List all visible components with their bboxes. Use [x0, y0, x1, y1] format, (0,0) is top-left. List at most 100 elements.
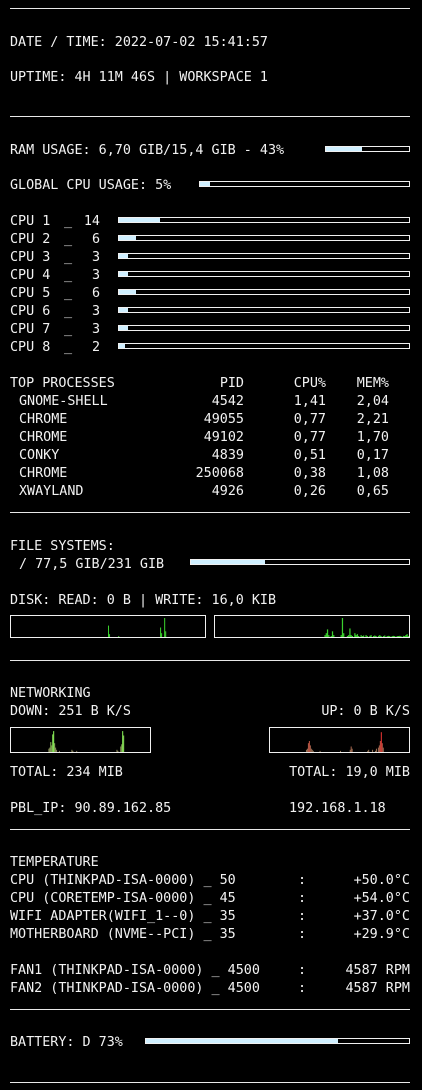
network-up-graph-bar: [372, 749, 374, 752]
disk-write-graph-bar: [324, 635, 326, 637]
process-mem: 0,17: [356, 448, 389, 463]
cpu-core-name: CPU 5: [10, 286, 51, 301]
process-name: CHROME: [19, 430, 68, 445]
processes-header-cpu: CPU%: [293, 376, 326, 391]
network-up-graph-bar: [378, 745, 380, 752]
cpu-core-fill: [119, 308, 128, 312]
cpu-core-name: CPU 4: [10, 268, 51, 283]
datetime: DATE / TIME: 2022-07-02 15:41:57: [10, 35, 268, 50]
divider: [10, 116, 410, 117]
disk-write-graph-bar: [399, 635, 401, 637]
processes-header-pid: PID: [219, 376, 244, 391]
divider: [10, 829, 410, 830]
network-up-graph-bar: [350, 746, 352, 752]
disk-write-graph-bar: [386, 636, 388, 637]
network-down-graph-bar: [116, 749, 118, 752]
network-down-graph: [10, 727, 151, 753]
cpu-core-bar: [118, 271, 410, 277]
disk-write-graph-bar: [351, 636, 354, 637]
network-up-graph-bar: [339, 750, 341, 752]
network-down-graph-bar: [49, 747, 51, 752]
disk-write-graph-bar: [404, 636, 406, 637]
disk-write-graph-bar: [349, 628, 351, 637]
network-down-graph-bar: [120, 746, 122, 752]
network-down-graph-bar: [71, 749, 73, 752]
network-down-graph-bar: [55, 747, 57, 752]
network-up-graph-bar: [312, 750, 314, 752]
network-down-graph-bar: [48, 748, 50, 752]
disk-write-graph-bar: [400, 636, 402, 637]
network-down-graph-bar: [72, 750, 74, 752]
disk-write-graph-bar: [365, 635, 367, 637]
disk-write-graph-bar: [377, 635, 380, 637]
process-cpu: 0,26: [293, 484, 326, 499]
disk-write-graph: [214, 615, 410, 638]
network-total-down: TOTAL: 234 MIB: [10, 765, 123, 780]
temperature-sensor-separator: :: [298, 873, 307, 888]
disk-write-graph-bar: [407, 636, 409, 637]
cpu-core-value: 3: [91, 322, 100, 337]
process-name: CHROME: [19, 412, 68, 427]
disk-write-graph-bar: [326, 629, 329, 637]
cpu-core-fill: [119, 218, 160, 222]
process-cpu: 1,41: [293, 394, 326, 409]
network-up-speed: UP: 0 B K/S: [321, 704, 410, 719]
temperature-sensor-separator: :: [298, 909, 307, 924]
divider: [10, 512, 410, 513]
ram-usage-label: RAM USAGE: 6,70 GIB/15,4 GIB - 43%: [10, 143, 285, 158]
cpu-core-separator: _: [64, 268, 73, 283]
disk-write-graph-bar: [366, 636, 368, 637]
disk-read-graph-bar: [109, 634, 111, 637]
disk-write-graph-bar: [372, 636, 375, 637]
temperature-sensor-label: CPU (CORETEMP-ISA-0000) _ 45: [10, 891, 236, 906]
disk-write-graph-bar: [355, 635, 357, 637]
cpu-core-bar: [118, 325, 410, 331]
temperature-sensor-value: +54.0°C: [353, 891, 410, 906]
process-mem: 2,21: [356, 412, 389, 427]
disk-write-graph-bar: [406, 634, 408, 637]
cpu-core-value: 6: [91, 232, 100, 247]
network-up-graph-bar: [381, 743, 383, 752]
divider: [10, 1009, 410, 1010]
network-up-graph-bar: [308, 741, 310, 752]
networking-title: NETWORKING: [10, 686, 91, 701]
disk-write-graph-bar: [346, 636, 349, 637]
process-mem: 2,04: [356, 394, 389, 409]
disk-write-graph-bar: [356, 634, 359, 637]
disk-write-graph-bar: [370, 635, 372, 637]
ram-usage-bar: [325, 146, 410, 152]
disk-write-graph-bar: [384, 635, 386, 637]
cpu-core-name: CPU 1: [10, 214, 51, 229]
root-fs-bar: [190, 559, 410, 565]
disk-write-graph-bar: [397, 636, 400, 637]
processes-header-name: TOP PROCESSES: [10, 376, 115, 391]
temperature-sensor-separator: :: [298, 927, 307, 942]
temperature-title: TEMPERATURE: [10, 855, 99, 870]
disk-read-graph-bar: [160, 627, 162, 637]
network-up-graph: [269, 727, 410, 753]
battery-fill: [146, 1039, 338, 1043]
temperature-sensor-label: CPU (THINKPAD-ISA-0000) _ 50: [10, 873, 236, 888]
process-pid: 4926: [211, 484, 244, 499]
disk-write-graph-bar: [392, 635, 395, 637]
network-up-graph-bar: [311, 749, 313, 752]
cpu-core-fill: [119, 254, 128, 258]
cpu-core-separator: _: [64, 232, 73, 247]
network-up-graph-bar: [374, 750, 376, 752]
network-down-graph-bar: [54, 743, 56, 752]
processes-header-mem: MEM%: [356, 376, 389, 391]
disk-write-graph-bar: [358, 636, 360, 637]
cpu-core-separator: _: [64, 304, 73, 319]
process-pid: 4542: [211, 394, 244, 409]
cpu-core-separator: _: [64, 322, 73, 337]
cpu-core-value: 3: [91, 304, 100, 319]
cpu-core-separator: _: [64, 286, 73, 301]
cpu-core-bar: [118, 307, 410, 313]
network-up-graph-bar: [380, 732, 382, 752]
local-ip: 192.168.1.18: [289, 801, 386, 816]
network-up-graph-bar: [307, 743, 309, 752]
cpu-core-separator: _: [64, 214, 73, 229]
fan-value: 4587 RPM: [345, 963, 411, 978]
process-name: XWAYLAND: [19, 484, 84, 499]
network-down-graph-bar: [76, 750, 78, 752]
